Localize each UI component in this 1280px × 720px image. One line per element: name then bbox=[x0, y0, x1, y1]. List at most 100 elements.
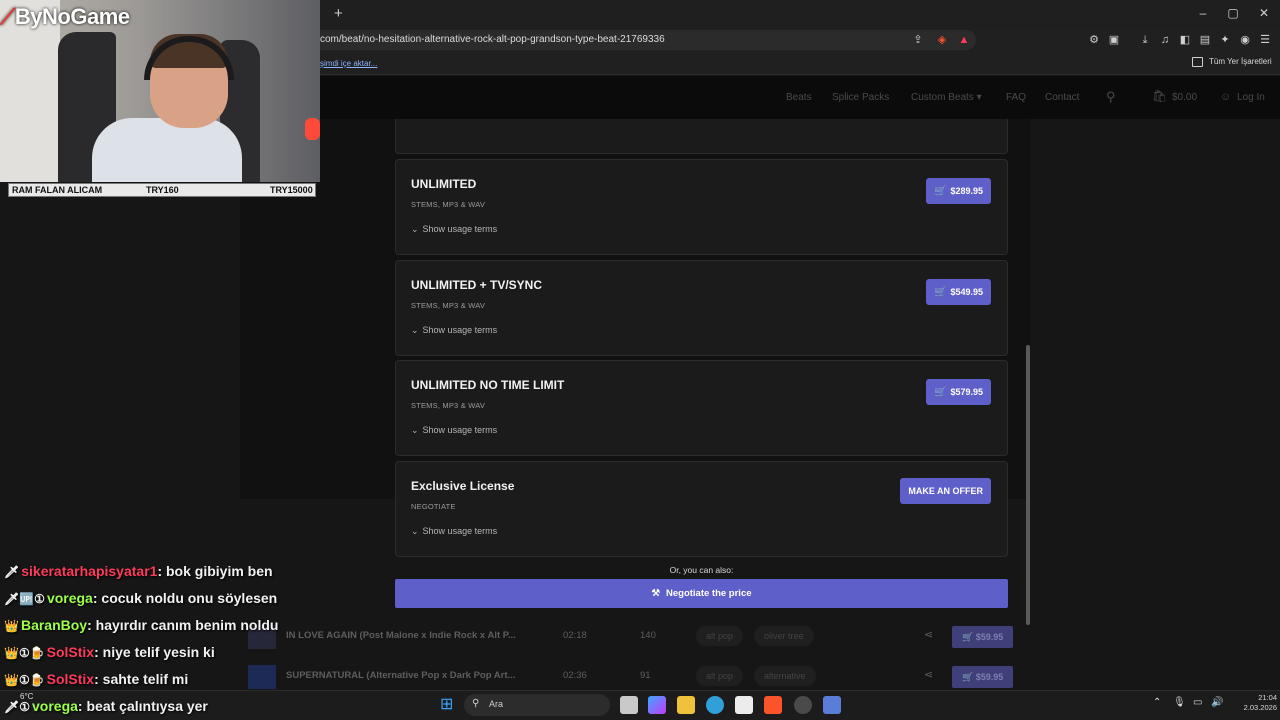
add-to-cart-button[interactable]: 🛒 $579.95 bbox=[926, 379, 991, 405]
chat-separator: : bbox=[94, 644, 103, 660]
usage-terms-label: Show usage terms bbox=[422, 526, 498, 536]
track-title[interactable]: SUPERNATURAL (Alternative Pop x Dark Pop… bbox=[286, 670, 515, 681]
goal-current: TRY160 bbox=[146, 185, 179, 195]
logo-mark-icon: ⟋ bbox=[0, 4, 15, 29]
windows-start-icon[interactable]: ⊞ bbox=[440, 696, 458, 714]
share-icon[interactable]: ⋖ bbox=[924, 668, 933, 681]
all-bookmarks-button[interactable]: Tüm Yer İşaretleri bbox=[1209, 57, 1272, 66]
edge-icon[interactable] bbox=[706, 696, 724, 714]
taskbar-clock[interactable]: 21:04 2.03.2026 bbox=[1233, 693, 1277, 713]
share-icon[interactable]: ⇪ bbox=[911, 33, 925, 47]
alternative-text: Or, you can also: bbox=[669, 565, 734, 575]
cart-plus-icon: 🛒 bbox=[934, 287, 947, 298]
tab-capture-icon[interactable]: ▣ bbox=[1107, 33, 1121, 47]
import-bookmarks-link[interactable]: şimdi içe aktar... bbox=[320, 59, 377, 68]
nav-faq[interactable]: FAQ bbox=[1006, 92, 1026, 103]
show-usage-terms-toggle[interactable]: ⌄ Show usage terms bbox=[411, 325, 497, 336]
webcam-lamp bbox=[305, 118, 320, 140]
brave-icon[interactable] bbox=[764, 696, 782, 714]
track-buy-button[interactable]: 🛒 $59.95 bbox=[952, 626, 1014, 648]
usage-terms-label: Show usage terms bbox=[422, 325, 498, 335]
track-tag[interactable]: oliver tree bbox=[754, 626, 814, 646]
table-row[interactable]: IN LOVE AGAIN (Post Malone x Indie Rock … bbox=[246, 623, 1026, 651]
user-icon[interactable]: ☺ bbox=[1220, 91, 1231, 103]
track-tag[interactable]: alternative bbox=[754, 666, 816, 686]
taskbar-search[interactable] bbox=[464, 694, 610, 716]
copilot-icon[interactable] bbox=[648, 696, 666, 714]
minimize-button[interactable]: – bbox=[1193, 6, 1213, 22]
extensions-icon[interactable]: ⚙ bbox=[1087, 33, 1101, 47]
wallet-icon[interactable]: ▤ bbox=[1198, 33, 1212, 47]
search-icon[interactable]: ⚲ bbox=[1106, 89, 1116, 105]
file-explorer-icon[interactable] bbox=[677, 696, 695, 714]
chat-message: 👑①🍺 SolStix: niye telif yesin ki bbox=[4, 644, 215, 666]
channel-logo-text: ByNoGame bbox=[14, 4, 130, 29]
chat-username: vorega bbox=[46, 590, 93, 606]
license-title: UNLIMITED bbox=[411, 177, 477, 191]
track-tag[interactable]: alt pop bbox=[696, 626, 744, 646]
nav-contact[interactable]: Contact bbox=[1045, 92, 1079, 103]
cart-icon[interactable]: 🛍 bbox=[1152, 89, 1167, 103]
add-to-cart-button[interactable]: 🛒 $549.95 bbox=[926, 279, 991, 305]
chat-username: sikeratarhapisyatar1 bbox=[21, 563, 158, 579]
cart-total[interactable]: $0.00 bbox=[1172, 92, 1197, 103]
brave-shields-icon[interactable]: ◈ bbox=[935, 33, 949, 47]
music-icon[interactable]: ♫ bbox=[1158, 33, 1172, 47]
address-bar-url[interactable]: com/beat/no-hesitation-alternative-rock-… bbox=[320, 34, 665, 45]
download-icon[interactable]: ⤓ bbox=[1138, 33, 1152, 47]
track-thumbnail bbox=[248, 665, 276, 689]
track-tag[interactable]: alt pop bbox=[696, 666, 744, 686]
add-to-cart-button[interactable]: 🛒 $289.95 bbox=[926, 178, 991, 204]
license-title: UNLIMITED + TV/SYNC bbox=[411, 278, 543, 292]
obs-icon[interactable] bbox=[794, 696, 812, 714]
license-card-previous bbox=[395, 119, 1008, 154]
leo-ai-icon[interactable]: ✦ bbox=[1218, 33, 1232, 47]
nav-custom-beats[interactable]: Custom Beats ▾ bbox=[911, 92, 982, 103]
show-usage-terms-toggle[interactable]: ⌄ Show usage terms bbox=[411, 526, 497, 537]
microphone-icon[interactable]: 🎙 bbox=[1173, 697, 1186, 708]
badge-icons: 👑①🍺 bbox=[4, 673, 45, 687]
brave-rewards-icon[interactable]: ▲ bbox=[957, 33, 971, 47]
volume-icon[interactable]: 🔊 bbox=[1211, 697, 1223, 708]
license-formats: NEGOTIATE bbox=[411, 502, 456, 511]
chat-username: vorega bbox=[32, 698, 78, 714]
cart-plus-icon: 🛒 bbox=[934, 186, 947, 197]
make-an-offer-button[interactable]: MAKE AN OFFER bbox=[900, 478, 991, 504]
close-window-button[interactable]: ✕ bbox=[1254, 6, 1274, 22]
share-icon[interactable]: ⋖ bbox=[924, 628, 933, 641]
new-tab-button[interactable]: + bbox=[334, 5, 350, 23]
license-card-exclusive: Exclusive License NEGOTIATE ⌄ Show usage … bbox=[395, 461, 1008, 557]
menu-icon[interactable]: ☰ bbox=[1258, 33, 1272, 47]
login-link[interactable]: Log In bbox=[1237, 92, 1265, 103]
scrollbar[interactable] bbox=[1026, 345, 1030, 625]
badge-icons: 👑①🍺 bbox=[4, 646, 45, 660]
show-usage-terms-toggle[interactable]: ⌄ Show usage terms bbox=[411, 224, 497, 235]
negotiate-price-button[interactable]: ⚒ Negotiate the price bbox=[395, 579, 1008, 608]
store-icon[interactable] bbox=[735, 696, 753, 714]
task-view-icon[interactable] bbox=[620, 696, 638, 714]
track-buy-button[interactable]: 🛒 $59.95 bbox=[952, 666, 1014, 688]
price-label: $289.95 bbox=[950, 186, 983, 196]
license-card-unlimited: UNLIMITED STEMS, MP3 & WAV ⌄ Show usage t… bbox=[395, 159, 1008, 255]
license-card-unlimited-tv-sync: UNLIMITED + TV/SYNC STEMS, MP3 & WAV ⌄ Sh… bbox=[395, 260, 1008, 356]
track-price: $59.95 bbox=[975, 672, 1004, 682]
nav-beats[interactable]: Beats bbox=[786, 92, 812, 103]
vpn-icon[interactable]: ◉ bbox=[1238, 33, 1252, 47]
app-icon[interactable] bbox=[823, 696, 841, 714]
show-usage-terms-toggle[interactable]: ⌄ Show usage terms bbox=[411, 425, 497, 436]
chat-text: niye telif yesin ki bbox=[102, 644, 215, 660]
clock-time: 21:04 bbox=[1258, 693, 1277, 702]
network-icon[interactable]: ▭ bbox=[1193, 697, 1202, 708]
chat-message: 🗡🆙① vorega: cocuk noldu onu söylesen bbox=[4, 590, 277, 612]
track-title[interactable]: IN LOVE AGAIN (Post Malone x Indie Rock … bbox=[286, 630, 516, 641]
maximize-button[interactable]: ▢ bbox=[1223, 6, 1243, 22]
webcam-feed: ⟋ByNoGame bbox=[0, 0, 320, 182]
table-row[interactable]: SUPERNATURAL (Alternative Pop x Dark Pop… bbox=[246, 663, 1026, 691]
chat-separator: : bbox=[157, 563, 166, 579]
price-label: $549.95 bbox=[950, 287, 983, 297]
chevron-down-icon: ⌄ bbox=[411, 526, 419, 536]
sidebar-icon[interactable]: ◧ bbox=[1178, 33, 1192, 47]
nav-splice-packs[interactable]: Splice Packs bbox=[832, 92, 889, 103]
tray-chevron-icon[interactable]: ⌃ bbox=[1153, 697, 1161, 708]
badge-icons: 👑 bbox=[4, 619, 19, 633]
